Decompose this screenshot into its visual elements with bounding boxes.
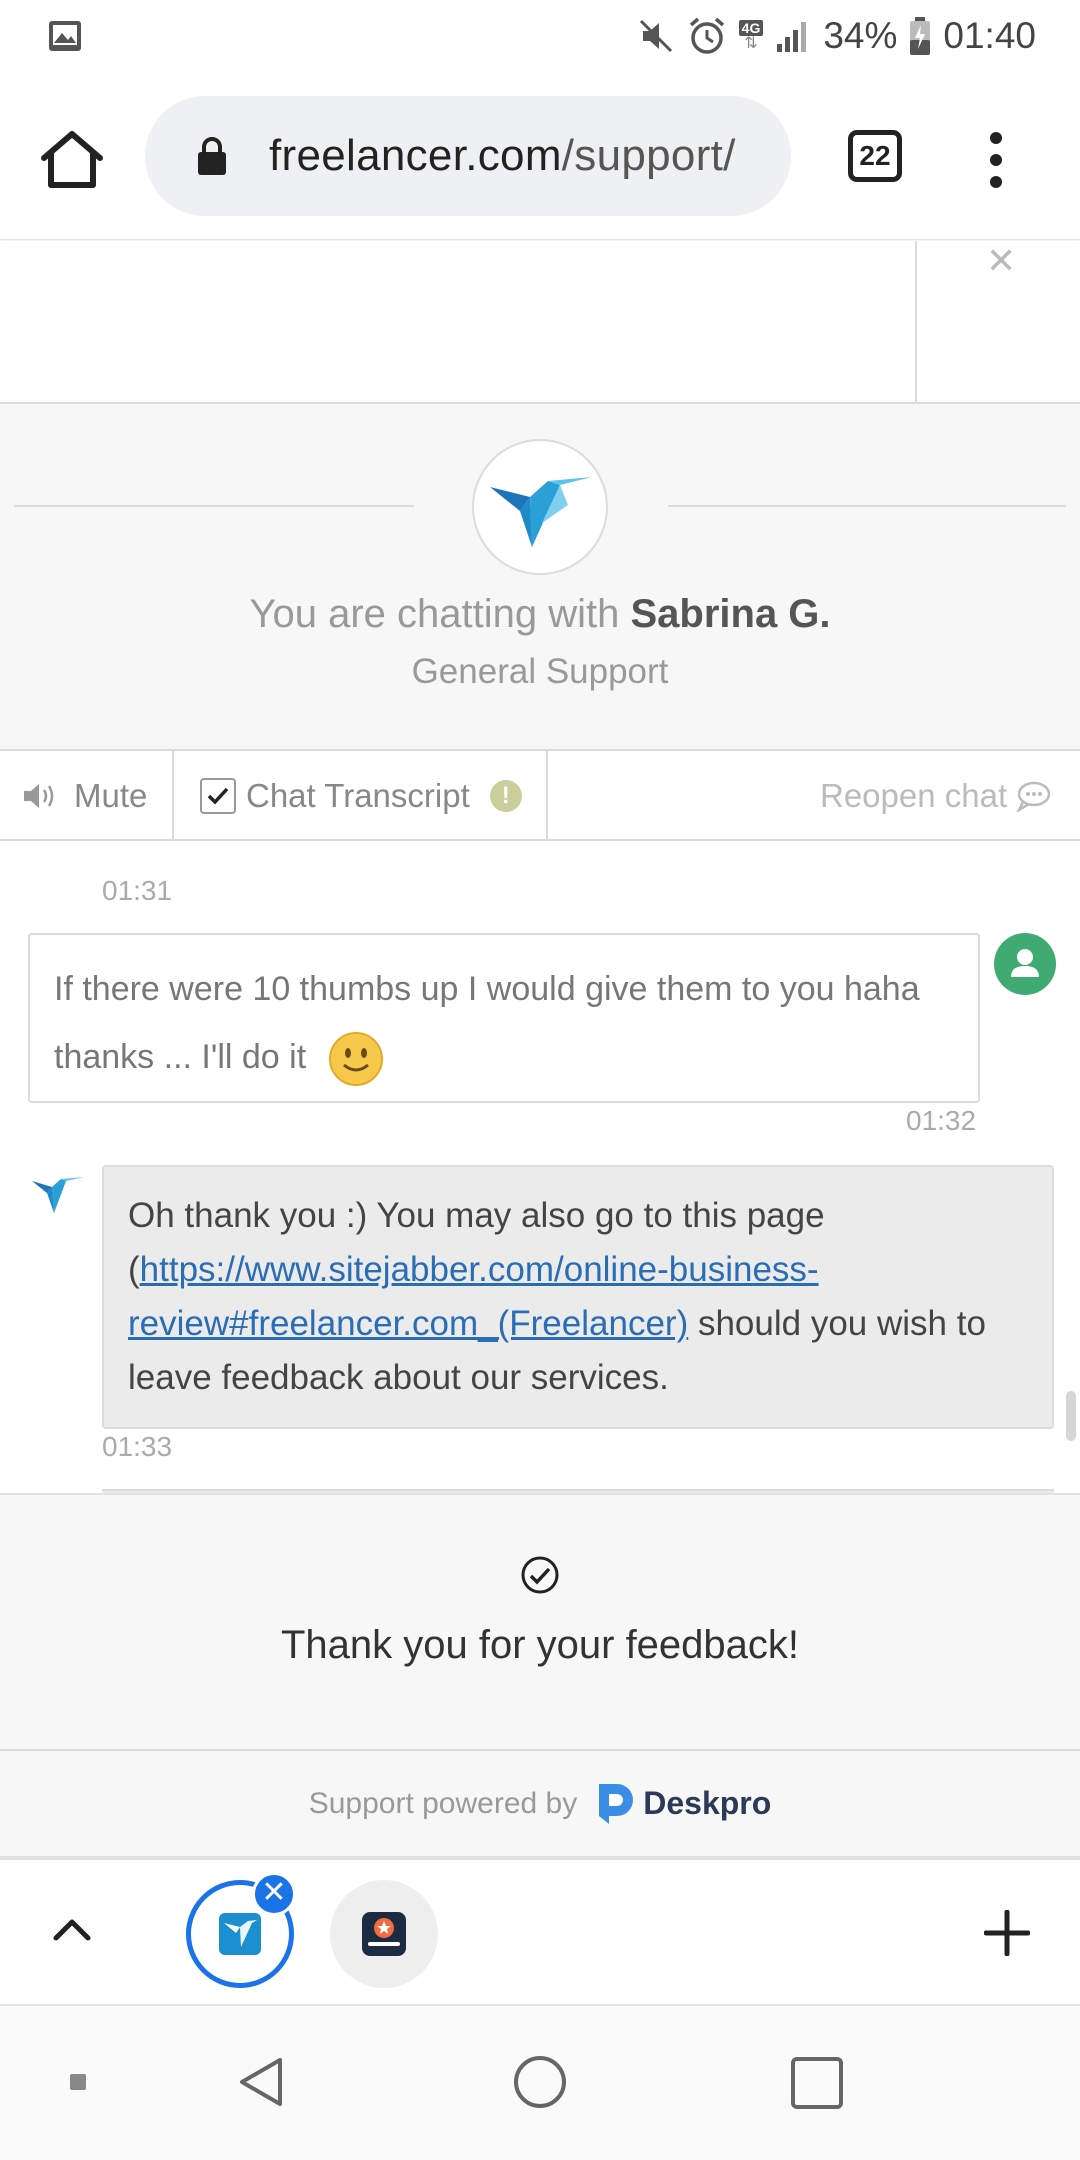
close-icon[interactable]: ✕ [986,243,1016,279]
network-type: 4G [738,20,764,36]
user-avatar [994,933,1056,995]
smiley-emoji-icon [328,1032,383,1087]
mute-icon [639,19,672,53]
top-panel: ✕ [0,241,1080,404]
chat-toolbar: Mute Chat Transcript ! Reopen chat [0,751,1080,841]
clock: 01:40 [943,15,1036,56]
agent-message-bubble: Oh thank you :) You may also go to this … [102,1165,1054,1429]
lock-icon [198,137,226,175]
reopen-label: Reopen chat [820,777,1008,814]
freelancer-bird-icon [32,1177,84,1213]
mute-label: Mute [74,777,148,814]
url-text[interactable]: freelancer.com/support/ [269,128,736,184]
check-circle-icon [521,1556,559,1594]
battery-charging-icon [910,17,931,55]
battery-percent: 34% [823,15,898,56]
mute-button[interactable]: Mute [22,751,172,841]
tab-sitejabber[interactable] [330,1880,438,1988]
new-tab-icon[interactable] [984,1910,1030,1956]
speech-bubble-icon [1016,781,1051,812]
deskpro-icon [599,1783,634,1824]
powered-by-label: Support powered by [308,1786,578,1820]
home-circle-icon[interactable] [512,2054,568,2110]
system-navigation-bar [0,2006,1080,2160]
sitejabber-app-icon [362,1912,406,1956]
powered-by-footer: Support powered by Deskpro [0,1751,1080,1858]
more-options-icon[interactable] [982,130,1010,190]
address-bar[interactable]: freelancer.com/support/ [145,96,791,216]
close-tab-icon[interactable]: ✕ [252,1872,296,1916]
tab-strip: ✕ [0,1858,1080,2006]
transcript-label: Chat Transcript [246,777,470,814]
checkmark-icon [207,787,229,805]
message-timestamp: 01:33 [102,1431,173,1462]
feedback-confirmation: Thank you for your feedback! [0,1493,1080,1751]
status-bar: 4G ⇅ 34% 01:40 [0,0,1080,72]
deskpro-brand: Deskpro [643,1785,772,1821]
overview-square-icon[interactable] [790,2056,844,2110]
header-divider-right [668,505,1066,507]
gallery-notification-icon [49,21,81,51]
agent-department: General Support [411,652,669,691]
header-divider-left [14,505,414,507]
support-page: ✕ You are chatting with Sabrina G. Gener… [0,241,1080,1858]
toolbar-divider [546,751,548,841]
home-icon[interactable] [38,128,106,190]
agent-avatar [472,439,608,575]
message-timestamp: 01:31 [102,875,173,906]
panel-divider [915,241,917,404]
agent-name: Sabrina G. [630,592,831,636]
chat-header: You are chatting with Sabrina G. General… [0,404,1080,751]
feedback-message: Thank you for your feedback! [280,1623,800,1667]
chatting-intro: You are chatting with [249,592,631,636]
reopen-chat-button[interactable]: Reopen chat [820,751,1060,841]
message-timestamp: 01:32 [906,1105,977,1136]
network-type-icon: 4G ⇅ [738,20,764,52]
user-message-text: If there were 10 thumbs up I would give … [54,970,920,1076]
signal-icon [777,22,807,52]
speaker-icon [24,784,54,808]
back-icon[interactable] [234,2054,290,2110]
url-path: /support/ [561,131,736,180]
chevron-up-icon[interactable] [50,1914,94,1944]
user-icon [1011,949,1039,977]
toolbar-divider [172,751,174,841]
browser-toolbar: freelancer.com/support/ 22 [0,72,1080,240]
freelancer-logo-icon [490,477,592,547]
user-message-bubble: If there were 10 thumbs up I would give … [28,933,980,1103]
deskpro-logo[interactable]: Deskpro [595,1780,771,1828]
info-icon[interactable]: ! [489,780,522,812]
transcript-checkbox[interactable] [200,778,236,814]
chat-scrollbar[interactable] [1066,1391,1076,1441]
alarm-icon [689,17,724,54]
url-domain: freelancer.com [269,131,562,180]
recents-dot-icon[interactable] [68,2072,88,2092]
tab-switcher-button[interactable]: 22 [848,130,902,182]
chat-transcript-toggle[interactable]: Chat Transcript ! [200,751,540,841]
chatting-with-text: You are chatting with Sabrina G. [0,592,1080,637]
